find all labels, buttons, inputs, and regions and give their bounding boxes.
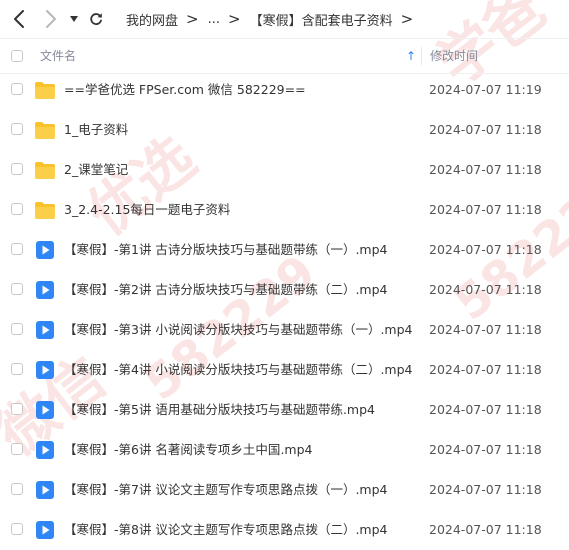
- file-browser-window: 学爸 优选 微信 582229 582229 我的网盘 > ... > 【寒假】…: [0, 0, 569, 550]
- file-row[interactable]: 【寒假】-第8讲 议论文主题写作专项思路点拨（二）.mp4 2024-07-07 …: [0, 510, 569, 550]
- column-divider[interactable]: [421, 47, 422, 65]
- file-modified-date: 2024-07-07 11:18: [429, 162, 542, 177]
- file-name[interactable]: 【寒假】-第4讲 小说阅读分版块技巧与基础题带练（二）.mp4: [64, 350, 412, 390]
- file-row[interactable]: 【寒假】-第3讲 小说阅读分版块技巧与基础题带练（一）.mp4 2024-07-0…: [0, 310, 569, 350]
- row-checkbox[interactable]: [11, 203, 23, 215]
- refresh-button[interactable]: [86, 0, 106, 38]
- toolbar: 我的网盘 > ... > 【寒假】含配套电子资料 >: [0, 0, 569, 38]
- breadcrumb-separator: >: [400, 10, 414, 28]
- file-modified-date: 2024-07-07 11:18: [429, 282, 542, 297]
- file-modified-date: 2024-07-07 11:18: [429, 362, 542, 377]
- file-row[interactable]: 【寒假】-第1讲 古诗分版块技巧与基础题带练（一）.mp4 2024-07-07 …: [0, 230, 569, 270]
- file-row[interactable]: ==学爸优选 FPSer.com 微信 582229== 2024-07-07 1…: [0, 70, 569, 110]
- file-row[interactable]: 【寒假】-第7讲 议论文主题写作专项思路点拨（一）.mp4 2024-07-07 …: [0, 470, 569, 510]
- file-modified-date: 2024-07-07 11:18: [429, 442, 542, 457]
- file-name[interactable]: 【寒假】-第3讲 小说阅读分版块技巧与基础题带练（一）.mp4: [64, 310, 412, 350]
- file-modified-date: 2024-07-07 11:18: [429, 402, 542, 417]
- row-checkbox[interactable]: [11, 323, 23, 335]
- breadcrumb-ellipsis[interactable]: ...: [208, 12, 220, 27]
- file-name[interactable]: 3_2.4-2.15每日一题电子资料: [64, 190, 230, 230]
- sort-ascending-icon[interactable]: ↑: [406, 39, 416, 73]
- row-checkbox[interactable]: [11, 83, 23, 95]
- back-arrow-icon: [14, 10, 24, 28]
- file-modified-date: 2024-07-07 11:18: [429, 482, 542, 497]
- file-modified-date: 2024-07-07 11:18: [429, 522, 542, 537]
- column-header-modified[interactable]: 修改时间: [430, 39, 478, 73]
- video-file-icon: [36, 361, 54, 379]
- file-modified-date: 2024-07-07 11:18: [429, 202, 542, 217]
- history-dropdown-button[interactable]: [66, 0, 82, 38]
- folder-icon: [35, 162, 55, 179]
- row-checkbox[interactable]: [11, 283, 23, 295]
- refresh-icon: [90, 13, 102, 25]
- folder-icon: [35, 202, 55, 219]
- file-row[interactable]: 【寒假】-第2讲 古诗分版块技巧与基础题带练（二）.mp4 2024-07-07 …: [0, 270, 569, 310]
- forward-arrow-icon: [46, 10, 56, 28]
- file-row[interactable]: 【寒假】-第4讲 小说阅读分版块技巧与基础题带练（二）.mp4 2024-07-0…: [0, 350, 569, 390]
- row-checkbox[interactable]: [11, 123, 23, 135]
- file-row[interactable]: 【寒假】-第5讲 语用基础分版块技巧与基础题带练.mp4 2024-07-07 1…: [0, 390, 569, 430]
- file-row[interactable]: 3_2.4-2.15每日一题电子资料 2024-07-07 11:18: [0, 190, 569, 230]
- breadcrumb: 我的网盘 > ... > 【寒假】含配套电子资料 >: [126, 0, 422, 38]
- folder-icon: [35, 82, 55, 99]
- video-file-icon: [36, 441, 54, 459]
- file-row[interactable]: 2_课堂笔记 2024-07-07 11:18: [0, 150, 569, 190]
- file-modified-date: 2024-07-07 11:19: [429, 82, 542, 97]
- file-name[interactable]: 1_电子资料: [64, 110, 128, 150]
- row-checkbox[interactable]: [11, 483, 23, 495]
- row-checkbox[interactable]: [11, 243, 23, 255]
- file-name[interactable]: 【寒假】-第7讲 议论文主题写作专项思路点拨（一）.mp4: [64, 470, 387, 510]
- file-modified-date: 2024-07-07 11:18: [429, 122, 542, 137]
- breadcrumb-root[interactable]: 我的网盘: [126, 10, 178, 29]
- video-file-icon: [36, 321, 54, 339]
- folder-icon: [35, 122, 55, 139]
- video-file-icon: [36, 241, 54, 259]
- video-file-icon: [36, 521, 54, 539]
- video-file-icon: [36, 401, 54, 419]
- column-header-name[interactable]: 文件名: [40, 39, 76, 73]
- video-file-icon: [36, 281, 54, 299]
- back-button[interactable]: [8, 0, 30, 38]
- file-list-header: 文件名 ↑ 修改时间: [0, 38, 569, 74]
- file-name[interactable]: ==学爸优选 FPSer.com 微信 582229==: [64, 70, 306, 110]
- video-file-icon: [36, 481, 54, 499]
- file-name[interactable]: 【寒假】-第5讲 语用基础分版块技巧与基础题带练.mp4: [64, 390, 375, 430]
- caret-down-icon: [70, 16, 78, 22]
- row-checkbox[interactable]: [11, 443, 23, 455]
- row-checkbox[interactable]: [11, 163, 23, 175]
- row-checkbox[interactable]: [11, 403, 23, 415]
- breadcrumb-current[interactable]: 【寒假】含配套电子资料: [250, 10, 393, 29]
- file-name[interactable]: 2_课堂笔记: [64, 150, 128, 190]
- forward-button[interactable]: [40, 0, 62, 38]
- row-checkbox[interactable]: [11, 523, 23, 535]
- breadcrumb-separator: >: [186, 10, 199, 28]
- file-modified-date: 2024-07-07 11:18: [429, 242, 542, 257]
- file-name[interactable]: 【寒假】-第6讲 名著阅读专项乡土中国.mp4: [64, 430, 312, 470]
- select-all-checkbox[interactable]: [11, 50, 23, 62]
- file-name[interactable]: 【寒假】-第8讲 议论文主题写作专项思路点拨（二）.mp4: [64, 510, 387, 550]
- file-name[interactable]: 【寒假】-第1讲 古诗分版块技巧与基础题带练（一）.mp4: [64, 230, 387, 270]
- file-row[interactable]: 1_电子资料 2024-07-07 11:18: [0, 110, 569, 150]
- file-name[interactable]: 【寒假】-第2讲 古诗分版块技巧与基础题带练（二）.mp4: [64, 270, 387, 310]
- file-modified-date: 2024-07-07 11:18: [429, 322, 542, 337]
- breadcrumb-separator: >: [228, 10, 241, 28]
- file-row[interactable]: 【寒假】-第6讲 名著阅读专项乡土中国.mp4 2024-07-07 11:18: [0, 430, 569, 470]
- row-checkbox[interactable]: [11, 363, 23, 375]
